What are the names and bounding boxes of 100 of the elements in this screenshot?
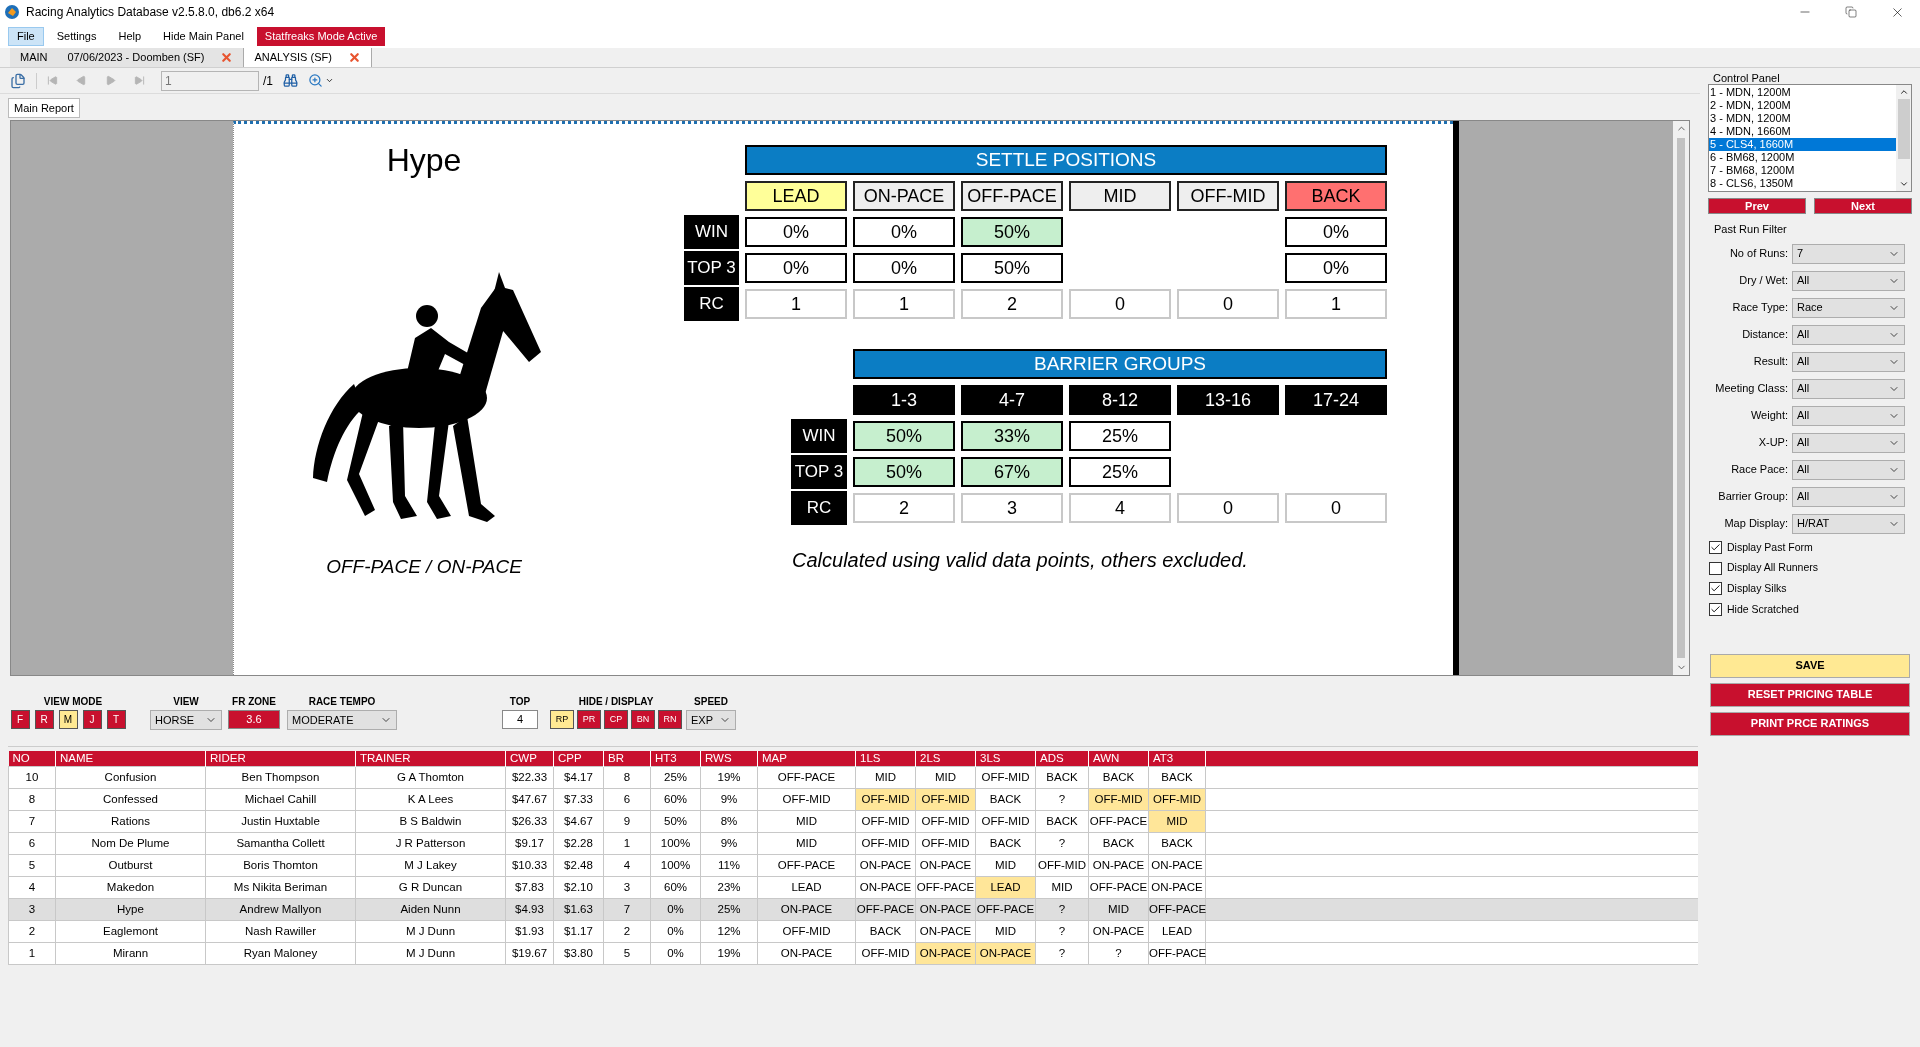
previous-page-icon[interactable] (76, 75, 87, 86)
filter-dropdown[interactable]: All (1792, 324, 1905, 345)
view-mode-button[interactable]: M (58, 710, 78, 729)
race-list-item[interactable]: 8 - CLS6, 1350M (1709, 177, 1896, 190)
speed-dropdown[interactable]: EXP (686, 710, 736, 730)
column-header[interactable]: AT3 (1148, 751, 1206, 767)
checkbox[interactable] (1709, 582, 1722, 596)
column-header[interactable]: ADS (1035, 751, 1089, 767)
column-header[interactable]: 2LS (915, 751, 976, 767)
control-label: FR ZONE (232, 695, 276, 707)
document-tab[interactable]: 07/06/2023 - Doomben (SF) (57, 48, 244, 67)
column-header[interactable]: NO (8, 751, 56, 767)
view-mode-button[interactable]: J (82, 710, 102, 729)
page-number-field[interactable]: 1 (161, 70, 259, 91)
filter-dropdown[interactable]: All (1792, 459, 1905, 480)
checkbox[interactable] (1709, 603, 1722, 617)
column-header[interactable]: TRAINER (355, 751, 506, 767)
filter-label: Map Display: (1723, 516, 1789, 532)
filter-dropdown[interactable]: Race (1792, 297, 1905, 318)
close-tab-icon[interactable] (347, 51, 361, 64)
table-row[interactable]: 6 Nom De Plume Samantha Collett J R Patterson $9.17 $2.28 1 100% 9% MID OFF-MID OFF-MID BACK ? BACK BACK (8, 832, 1698, 855)
column-header[interactable]: 3LS (975, 751, 1036, 767)
zoom-button[interactable] (308, 73, 334, 88)
document-tab[interactable]: ANALYSIS (SF) (243, 48, 372, 67)
race-list-item[interactable]: 6 - BM68, 1200M (1709, 151, 1896, 164)
race-list-item[interactable]: 4 - MDN, 1660M (1709, 125, 1896, 138)
top-field[interactable]: 4 (502, 710, 538, 729)
column-header[interactable]: BR (603, 751, 651, 767)
filter-dropdown[interactable]: All (1792, 486, 1905, 507)
checkbox[interactable] (1709, 540, 1722, 554)
column-header[interactable]: MAP (757, 751, 856, 767)
stat-cell: 0% (853, 253, 955, 283)
copy-icon[interactable] (10, 72, 26, 89)
table-cell: 60% (650, 876, 701, 899)
filter-label: Weight: (1749, 408, 1789, 424)
table-row[interactable]: 7 Rations Justin Huxtable B S Baldwin $26.33 $4.67 9 50% 8% MID OFF-MID OFF-MID OFF-MID BACK OFF-PACE MID (8, 810, 1698, 833)
race-list-item[interactable]: 7 - BM68, 1200M (1709, 164, 1896, 177)
column-header[interactable]: HT3 (650, 751, 701, 767)
column-header[interactable]: AWN (1088, 751, 1149, 767)
toggle-button[interactable]: RN (658, 710, 682, 729)
action-button[interactable]: PRINT PRCE RATINGS (1710, 711, 1910, 736)
first-page-icon[interactable] (47, 75, 58, 86)
column-header[interactable]: CWP (505, 751, 554, 767)
menu-item[interactable]: Settings (47, 26, 106, 46)
table-cell: 8% (700, 810, 758, 833)
race-list[interactable]: 1 - MDN, 1200M 2 - MDN, 1200M 3 - MDN, 1200M 4 - MDN, 1660M 5 - CLS4, 1660M 6 - BM68, 1200M 7 - BM68, 1200M 8 - CLS6, 1350M (1708, 84, 1912, 192)
column-header[interactable]: CPP (553, 751, 604, 767)
toggle-button[interactable]: PR (577, 710, 601, 729)
view-mode-button[interactable]: R (34, 710, 54, 729)
table-cell: 4 (603, 854, 651, 877)
menu-item[interactable]: Hide Main Panel (154, 26, 253, 46)
filter-dropdown[interactable]: All (1792, 378, 1905, 399)
race-list-item[interactable]: 1 - MDN, 1200M (1709, 86, 1896, 99)
next-button[interactable]: Next (1814, 198, 1912, 214)
race-list-item[interactable]: 5 - CLS4, 1660M (1709, 138, 1896, 151)
table-row[interactable]: 4 Makedon Ms Nikita Beriman G R Duncan $7.83 $2.10 3 60% 23% LEAD ON-PACE OFF-PACE LEAD MID OFF-PACE ON-PACE (8, 876, 1698, 899)
toggle-button[interactable]: RP (550, 710, 574, 729)
action-button[interactable]: RESET PRICING TABLE (1710, 682, 1910, 707)
checkbox[interactable] (1709, 561, 1722, 575)
document-tab[interactable]: MAIN (10, 48, 58, 67)
menu-item[interactable]: File (8, 26, 44, 46)
table-row[interactable]: 3 Hype Andrew Mallyon Aiden Nunn $4.93 $1.63 7 0% 25% ON-PACE OFF-PACE ON-PACE OFF-PACE ? MID OFF-PACE (8, 898, 1698, 921)
scrollbar[interactable] (1673, 121, 1689, 675)
filter-dropdown[interactable]: All (1792, 432, 1905, 453)
last-page-icon[interactable] (134, 75, 145, 86)
toggle-button[interactable]: BN (631, 710, 655, 729)
filter-dropdown[interactable]: 7 (1792, 243, 1905, 264)
column-header[interactable]: RIDER (205, 751, 356, 767)
table-row[interactable]: 1 Mirann Ryan Maloney M J Dunn $19.67 $3.80 5 0% 19% ON-PACE OFF-MID ON-PACE ON-PACE ? ? OFF-PACE (8, 942, 1698, 965)
save-button[interactable]: SAVE (1710, 653, 1910, 678)
table-row[interactable]: 2 Eaglemont Nash Rawiller M J Dunn $1.93 $1.17 2 0% 12% OFF-MID BACK ON-PACE MID ? ON-PACE LEAD (8, 920, 1698, 943)
table-cell: OFF-PACE (1088, 810, 1149, 833)
race-list-item[interactable]: 2 - MDN, 1200M (1709, 99, 1896, 112)
close-tab-icon[interactable] (220, 51, 234, 64)
table-row[interactable]: 10 Confusion Ben Thompson G A Thomton $22.33 $4.17 8 25% 19% OFF-PACE MID MID OFF-MID BACK BACK BACK (8, 766, 1698, 789)
search-icon[interactable] (283, 73, 298, 88)
filter-dropdown[interactable]: H/RAT (1792, 513, 1905, 534)
table-row[interactable]: 5 Outburst Boris Thomton M J Lakey $10.33 $2.48 4 100% 11% OFF-PACE ON-PACE ON-PACE MID OFF-MID ON-PACE ON-PACE (8, 854, 1698, 877)
menu-item[interactable]: Help (109, 26, 151, 46)
stat-cell: 50% (961, 253, 1063, 283)
filter-dropdown[interactable]: All (1792, 351, 1905, 372)
column-header[interactable]: NAME (55, 751, 206, 767)
fr-zone-field[interactable]: 3.6 (228, 710, 280, 729)
view-mode-button[interactable]: F (10, 710, 30, 729)
view-mode-button[interactable]: T (106, 710, 126, 729)
table-cell: $1.63 (553, 898, 604, 921)
race-list-item[interactable]: 3 - MDN, 1200M (1709, 112, 1896, 125)
toggle-button[interactable]: CP (604, 710, 628, 729)
filter-dropdown[interactable]: All (1792, 270, 1905, 291)
table-row[interactable]: 8 Confessed Michael Cahill K A Lees $47.67 $7.33 6 60% 9% OFF-MID OFF-MID OFF-MID BACK ? OFF-MID OFF-MID (8, 788, 1698, 811)
scrollbar[interactable] (1896, 85, 1911, 191)
report-tab[interactable]: Main Report (8, 98, 80, 118)
previous-button[interactable]: Prev (1708, 198, 1806, 214)
view-dropdown[interactable]: HORSE (150, 710, 222, 730)
filter-dropdown[interactable]: All (1792, 405, 1905, 426)
count-cell: 0 (1177, 289, 1279, 319)
race-tempo-dropdown[interactable]: MODERATE (287, 710, 397, 730)
column-header[interactable]: 1LS (855, 751, 916, 767)
next-page-icon[interactable] (105, 75, 116, 86)
column-header[interactable]: RWS (700, 751, 758, 767)
